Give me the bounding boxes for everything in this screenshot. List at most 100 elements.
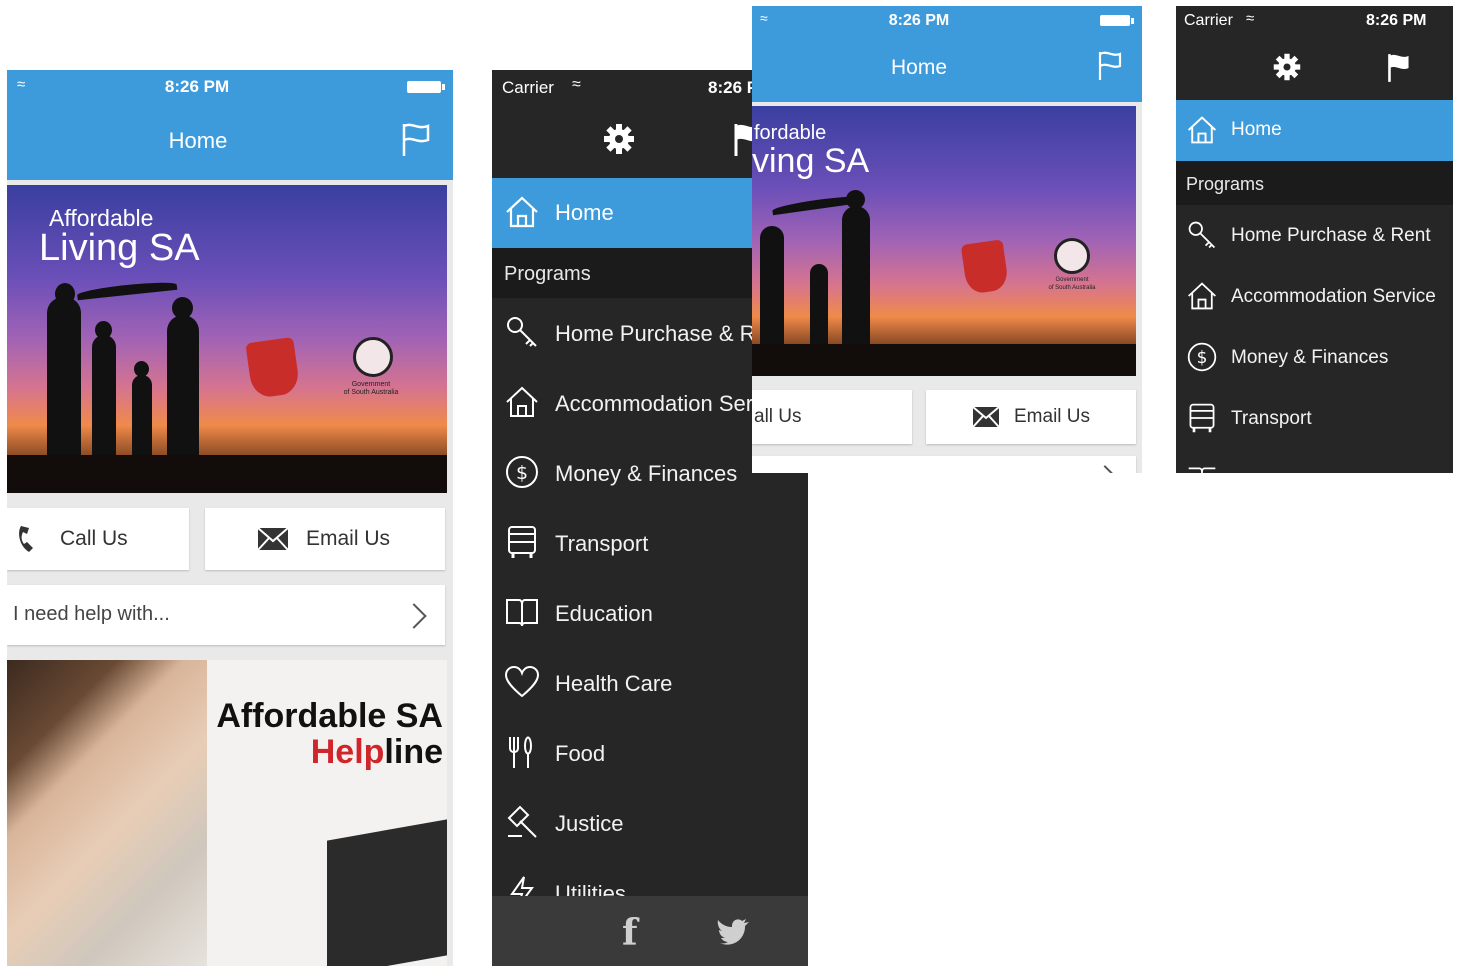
book-icon xyxy=(504,594,540,630)
help-with-row[interactable] xyxy=(752,456,1136,473)
menu-item-transport[interactable]: Transport xyxy=(492,508,808,578)
status-time: 8:26 PM xyxy=(1366,12,1427,29)
menu-item-label: Transport xyxy=(1231,408,1312,429)
social-footer: f xyxy=(492,896,808,966)
government-seal xyxy=(353,337,393,377)
email-us-button[interactable]: Email Us xyxy=(926,390,1136,444)
house-icon xyxy=(1186,280,1218,312)
menu-item-label: Transport xyxy=(555,531,649,556)
menu-item-label: Money & Finances xyxy=(1231,347,1389,368)
helpline-line-1: Affordable SA xyxy=(216,697,443,735)
affordable-living-banner: fordable ving SA Government of South Aust… xyxy=(752,106,1136,376)
side-menu-2: Carrier ≈ 8:26 PM Home Programs Home Pur… xyxy=(1176,6,1453,473)
menu-item-justice[interactable]: Justice xyxy=(492,788,808,858)
fork-knife-icon xyxy=(504,734,540,770)
call-us-label: Call Us xyxy=(60,527,128,550)
menu-item-label: Health Care xyxy=(555,671,673,696)
programs-header: Programs xyxy=(1176,161,1453,205)
helpline-title: Affordable SA Helpline xyxy=(207,698,443,770)
email-us-label: Email Us xyxy=(1014,406,1091,427)
call-us-button[interactable]: Call Us xyxy=(7,508,189,570)
email-us-button[interactable]: Email Us xyxy=(205,508,445,570)
battery-icon xyxy=(1100,15,1134,26)
menu-item-label: Food xyxy=(555,741,606,766)
banner-line-2: Living SA xyxy=(39,227,200,269)
bus-icon xyxy=(504,524,540,560)
svg-text:$: $ xyxy=(516,462,528,484)
house-icon xyxy=(504,384,540,420)
wifi-icon: ≈ xyxy=(572,76,581,93)
house-icon xyxy=(1186,114,1218,146)
menu-item-food[interactable]: Food xyxy=(492,718,808,788)
menu-home-label: Home xyxy=(1231,119,1282,140)
gavel-icon xyxy=(504,804,540,840)
programs-label: Programs xyxy=(504,263,591,285)
menu-item-accommodation-service[interactable]: Accommodation Service xyxy=(1176,266,1453,327)
gear-icon[interactable] xyxy=(602,122,636,156)
government-caption: Government of South Australia xyxy=(1048,277,1096,291)
heart-icon xyxy=(504,664,540,700)
carrier-label: Carrier xyxy=(502,78,554,97)
government-caption: Government of South Australia xyxy=(343,381,399,396)
status-and-nav-bar: ≈ 8:26 PM Home xyxy=(752,6,1142,102)
dollar-icon: $ xyxy=(504,454,540,490)
carrier-label: Carrier xyxy=(1184,12,1233,29)
house-icon xyxy=(504,194,540,230)
svg-text:$: $ xyxy=(1197,347,1208,367)
banner-line-2: ving SA xyxy=(752,142,870,180)
laptop xyxy=(327,819,447,966)
call-us-label: all Us xyxy=(754,406,802,427)
book-icon xyxy=(1186,463,1218,473)
menu-item-partial[interactable] xyxy=(1176,449,1453,473)
woman-photo xyxy=(7,660,207,966)
envelope-icon xyxy=(972,406,1000,428)
menu-home-label: Home xyxy=(555,200,614,225)
helpline-rest: line xyxy=(384,733,443,771)
bus-icon xyxy=(1186,402,1218,434)
programs-label: Programs xyxy=(1186,174,1265,194)
facebook-icon[interactable]: f xyxy=(622,912,638,954)
helpline-banner[interactable]: Affordable SA Helpline xyxy=(7,660,447,966)
key-icon xyxy=(1186,219,1218,251)
chevron-right-icon xyxy=(401,603,427,629)
menu-item-money-finances[interactable]: $ Money & Finances xyxy=(1176,327,1453,388)
affordable-living-banner: Affordable Living SA Government of South … xyxy=(7,185,447,493)
nav-title: Home xyxy=(168,128,228,153)
menu-item-label: Home Purchase & Rent xyxy=(1231,225,1431,246)
menu-item-label: Justice xyxy=(555,811,624,836)
flag-icon[interactable] xyxy=(1096,50,1124,82)
wifi-icon: ≈ xyxy=(1246,10,1255,27)
salvation-army-logo xyxy=(960,239,1010,295)
family-silhouette xyxy=(47,297,81,477)
helpline-red: Help xyxy=(310,733,385,771)
menu-item-health-care[interactable]: Health Care xyxy=(492,648,808,718)
menu-item-label: Accommodation Service xyxy=(1231,286,1436,307)
phone-icon xyxy=(15,524,41,554)
flag-icon[interactable] xyxy=(400,122,432,158)
status-and-nav-bar: ≈ 8:26 PM Home xyxy=(7,70,453,180)
salvation-army-logo xyxy=(245,336,301,400)
menu-item-education[interactable]: Education xyxy=(492,578,808,648)
help-with-label: I need help with... xyxy=(13,603,170,625)
help-with-row[interactable]: I need help with... xyxy=(7,585,445,645)
call-us-button[interactable]: all Us xyxy=(752,390,912,444)
menu-item-transport[interactable]: Transport xyxy=(1176,388,1453,449)
status-time: 8:26 PM xyxy=(888,12,950,29)
chevron-right-icon xyxy=(1095,465,1115,473)
key-icon xyxy=(504,314,540,350)
dollar-icon: $ xyxy=(1186,341,1218,373)
flag-icon[interactable] xyxy=(1386,52,1412,84)
menu-item-label: Money & Finances xyxy=(555,461,738,486)
menu-item-home-purchase-rent[interactable]: Home Purchase & Rent xyxy=(1176,205,1453,266)
government-seal xyxy=(1054,238,1090,274)
home-screen-1: ≈ 8:26 PM Home Affordable Living SA Gove… xyxy=(7,70,453,966)
menu-item-home[interactable]: Home xyxy=(1176,100,1453,161)
twitter-icon[interactable] xyxy=(716,918,750,948)
menu-item-label: Education xyxy=(555,601,653,626)
gear-icon[interactable] xyxy=(1272,52,1302,82)
home-screen-2: ≈ 8:26 PM Home fordable ving SA Governme… xyxy=(752,6,1142,473)
battery-icon xyxy=(407,81,445,93)
status-time: 8:26 PM xyxy=(164,77,230,96)
nav-title: Home xyxy=(890,56,948,79)
envelope-icon xyxy=(257,527,289,551)
